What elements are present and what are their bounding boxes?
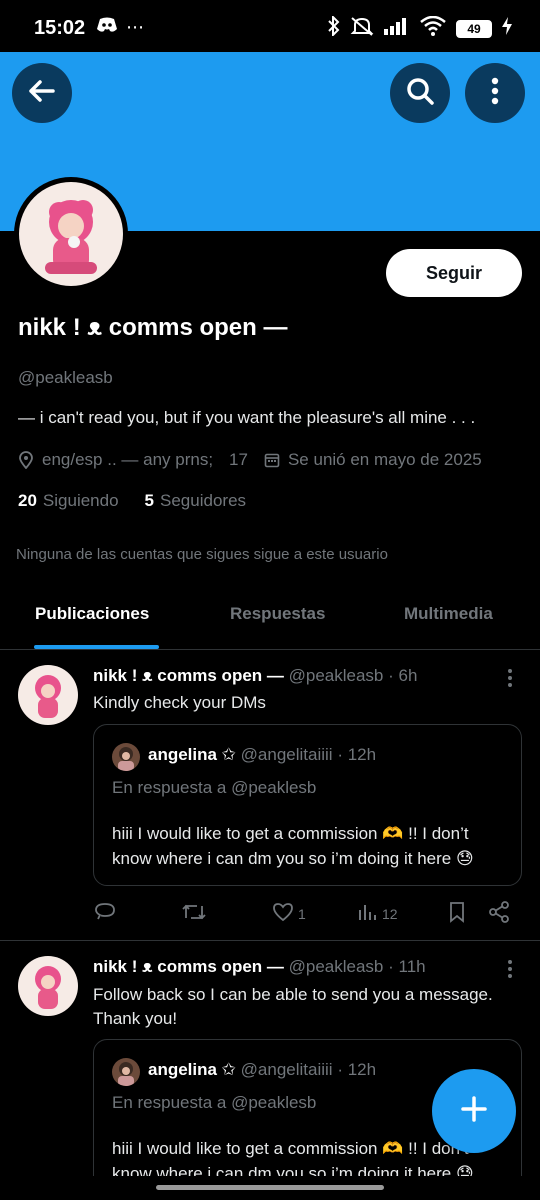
- bookmark-icon: [447, 900, 467, 927]
- post-timestamp: · 11h: [388, 957, 426, 976]
- plus-icon: [460, 1095, 488, 1128]
- post-header: nikk ! ᴥ comms open — @peakleasb · 11h: [93, 957, 426, 977]
- repost-button[interactable]: [181, 900, 207, 927]
- quoted-reply-to: En respuesta a @peaklesb: [112, 778, 317, 797]
- quoted-author-name: angelina ✩: [148, 745, 236, 764]
- view-count: 12: [382, 905, 398, 922]
- quoted-timestamp: · 12h: [337, 745, 377, 764]
- post-author-handle[interactable]: @peakleasb: [289, 957, 384, 976]
- bluetooth-icon: [328, 14, 340, 42]
- location-pin-icon: [18, 451, 34, 469]
- profile-tabs: Publicaciones Respuestas Multimedia: [0, 588, 540, 650]
- bookmark-button[interactable]: [447, 900, 467, 927]
- views-chart-icon: [357, 900, 379, 927]
- signal-icon: [384, 17, 410, 41]
- home-gesture-bar[interactable]: [156, 1185, 384, 1190]
- post-header: nikk ! ᴥ comms open — @peakleasb · 6h: [93, 666, 417, 686]
- quoted-author-avatar: [112, 743, 140, 771]
- post-author-handle[interactable]: @peakleasb: [289, 666, 384, 685]
- profile-meta: eng/esp .. — any prns; 17 Se unió en may…: [18, 450, 482, 470]
- post-more-button[interactable]: [500, 957, 520, 981]
- quoted-author-name: angelina ✩: [148, 1060, 236, 1079]
- like-button[interactable]: 1: [271, 900, 306, 927]
- post-author-avatar[interactable]: [18, 665, 78, 725]
- discord-icon: [96, 16, 118, 39]
- compose-post-button[interactable]: [432, 1069, 516, 1153]
- profile-age: 17: [229, 450, 248, 469]
- post-actions: 1 12: [93, 900, 513, 930]
- quoted-timestamp: · 12h: [337, 1060, 377, 1079]
- post-author-name[interactable]: nikk ! ᴥ comms open —: [93, 957, 284, 976]
- more-notifications-icon: ⋯: [126, 17, 144, 37]
- quoted-post[interactable]: angelina ✩ @angelitaiiii · 12h En respue…: [93, 724, 522, 886]
- back-button[interactable]: [12, 63, 72, 123]
- views-button[interactable]: 12: [357, 900, 398, 927]
- post-author-name[interactable]: nikk ! ᴥ comms open —: [93, 666, 284, 685]
- arrow-left-icon: [27, 76, 57, 111]
- active-tab-indicator: [34, 645, 159, 649]
- post-text: Follow back so I can be able to send you…: [93, 985, 493, 1028]
- follow-button[interactable]: Seguir: [386, 249, 522, 297]
- profile-location: eng/esp .. — any prns;: [42, 450, 214, 469]
- status-bar: 15:02 ⋯ 49: [0, 0, 540, 52]
- quoted-header: angelina ✩ @angelitaiiii · 12h: [148, 1060, 376, 1080]
- like-count: 1: [298, 905, 306, 922]
- calendar-icon: [264, 452, 280, 468]
- follow-counts: 20 Siguiendo 5 Seguidores: [18, 491, 246, 511]
- quoted-text: hiii I would like to get a commission 🫶 …: [112, 824, 474, 868]
- avatar-image: [19, 182, 123, 286]
- more-options-button[interactable]: [465, 63, 525, 123]
- search-button[interactable]: [390, 63, 450, 123]
- following-link[interactable]: 20 Siguiendo: [18, 491, 119, 511]
- quoted-author-handle: @angelitaiiii: [240, 745, 333, 764]
- followers-link[interactable]: 5 Seguidores: [145, 491, 246, 511]
- quoted-header: angelina ✩ @angelitaiiii · 12h: [148, 745, 376, 765]
- post-author-avatar[interactable]: [18, 956, 78, 1016]
- profile-handle: @peakleasb: [18, 368, 113, 387]
- profile-display-name: nikk ! ᴥ comms open —: [18, 314, 288, 341]
- wifi-icon: [420, 15, 446, 42]
- battery-icon: 49: [456, 20, 492, 38]
- share-icon: [487, 900, 511, 927]
- tab-replies[interactable]: Respuestas: [230, 604, 325, 624]
- post-divider: [0, 940, 540, 941]
- profile-avatar[interactable]: [14, 177, 128, 291]
- share-button[interactable]: [487, 900, 511, 927]
- post-more-button[interactable]: [500, 666, 520, 690]
- quoted-author-avatar: [112, 1058, 140, 1086]
- search-icon: [405, 76, 435, 111]
- mute-icon: [350, 16, 374, 42]
- post-text: Kindly check your DMs: [93, 693, 266, 712]
- tab-media[interactable]: Multimedia: [404, 604, 493, 624]
- reply-button[interactable]: [93, 900, 117, 927]
- charging-icon: [502, 17, 512, 41]
- status-time: 15:02: [34, 17, 86, 39]
- followed-by-note: Ninguna de las cuentas que sigues sigue …: [16, 546, 388, 563]
- quoted-reply-to: En respuesta a @peaklesb: [112, 1093, 317, 1112]
- heart-icon: [271, 900, 295, 927]
- quoted-author-handle: @angelitaiiii: [240, 1060, 333, 1079]
- profile-joined-date: Se unió en mayo de 2025: [287, 450, 482, 469]
- profile-bio: — i can't read you, but if you want the …: [18, 408, 476, 427]
- post-timestamp: · 6h: [388, 666, 418, 685]
- repost-icon: [181, 900, 207, 927]
- kebab-menu-icon: [491, 77, 499, 110]
- reply-icon: [93, 900, 117, 927]
- tab-posts[interactable]: Publicaciones: [35, 604, 149, 624]
